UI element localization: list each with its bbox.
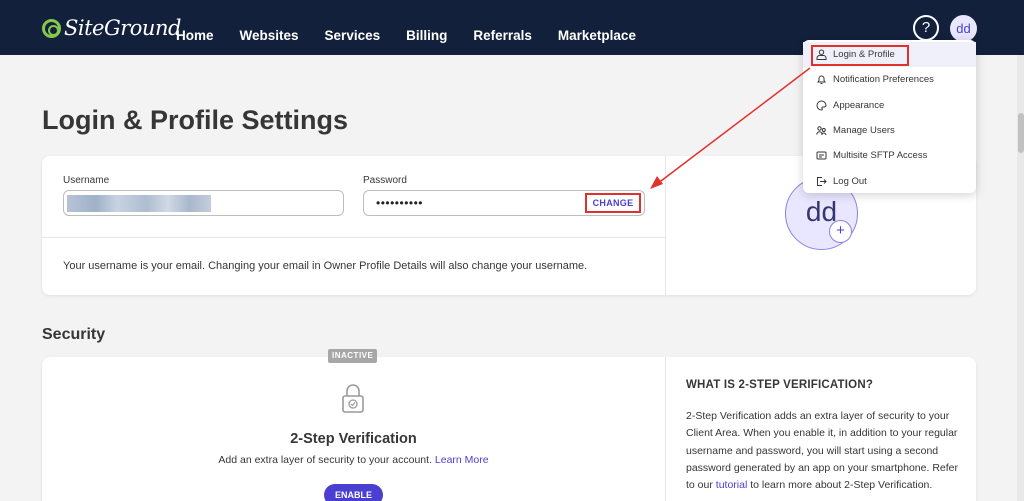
password-label: Password xyxy=(363,175,407,186)
users-icon xyxy=(816,126,827,136)
two-step-description-text: Add an extra layer of security to your a… xyxy=(218,454,432,466)
server-icon xyxy=(816,151,827,160)
account-dropdown-menu: Login & Profile Notification Preferences… xyxy=(803,40,976,193)
menu-item-log-out[interactable]: Log Out xyxy=(803,168,976,193)
status-badge: INACTIVE xyxy=(328,349,378,363)
page-scrollbar[interactable] xyxy=(1017,55,1024,501)
add-avatar-icon[interactable]: + xyxy=(829,220,852,243)
info-text: 2-Step Verification adds an extra layer … xyxy=(686,408,961,494)
menu-item-login-profile[interactable]: Login & Profile xyxy=(803,42,976,68)
security-section-title: Security xyxy=(42,326,106,343)
password-value: •••••••••• xyxy=(376,196,424,210)
nav-item-services[interactable]: Services xyxy=(325,12,381,43)
two-step-verification-card: 2-Step Verification Add an extra layer o… xyxy=(42,357,976,501)
nav-item-websites[interactable]: Websites xyxy=(240,12,299,43)
scrollbar-thumb[interactable] xyxy=(1018,113,1024,153)
username-value-redacted xyxy=(67,195,211,212)
username-field[interactable] xyxy=(63,190,344,216)
annotation-highlight-box xyxy=(811,45,909,66)
enable-button[interactable]: ENABLE xyxy=(324,484,383,501)
username-label: Username xyxy=(63,175,110,186)
menu-item-label: Multisite SFTP Access xyxy=(833,150,928,162)
menu-item-manage-users[interactable]: Manage Users xyxy=(803,118,976,143)
user-avatar-button[interactable]: dd xyxy=(950,15,977,42)
page-title: Login & Profile Settings xyxy=(42,105,349,135)
tutorial-link[interactable]: tutorial xyxy=(716,479,748,491)
menu-item-label: Manage Users xyxy=(833,125,895,137)
info-title: WHAT IS 2-STEP VERIFICATION? xyxy=(686,379,874,391)
menu-item-label: Log Out xyxy=(833,175,867,187)
lock-icon xyxy=(342,384,364,413)
menu-item-label: Notification Preferences xyxy=(833,74,934,86)
logout-icon xyxy=(817,176,827,186)
menu-item-multisite-sftp-access[interactable]: Multisite SFTP Access xyxy=(803,143,976,168)
nav-item-marketplace[interactable]: Marketplace xyxy=(558,12,636,43)
card-divider xyxy=(42,237,665,238)
card-divider xyxy=(665,156,666,295)
palette-icon xyxy=(816,100,827,111)
nav-item-billing[interactable]: Billing xyxy=(406,12,447,43)
username-note: Your username is your email. Changing yo… xyxy=(63,260,588,272)
logo-text: SiteGround xyxy=(64,16,181,40)
learn-more-link[interactable]: Learn More xyxy=(435,454,489,466)
info-text-part-2: to learn more about 2-Step Verification. xyxy=(747,479,933,492)
change-password-button[interactable]: CHANGE xyxy=(585,193,641,213)
two-step-title: 2-Step Verification xyxy=(290,431,417,447)
menu-item-notification-preferences[interactable]: Notification Preferences xyxy=(803,67,976,92)
siteground-logo[interactable]: SiteGround xyxy=(42,16,181,40)
menu-item-appearance[interactable]: Appearance xyxy=(803,93,976,118)
main-nav: Home Websites Services Billing Referrals… xyxy=(176,0,662,55)
menu-item-label: Appearance xyxy=(833,99,885,111)
help-icon[interactable]: ? xyxy=(913,15,939,41)
siteground-logo-icon xyxy=(42,18,61,38)
nav-item-referrals[interactable]: Referrals xyxy=(473,12,532,43)
password-field[interactable]: •••••••••• CHANGE xyxy=(363,190,645,216)
card-divider xyxy=(665,357,666,501)
two-step-description: Add an extra layer of security to your a… xyxy=(42,454,665,466)
bell-icon xyxy=(817,75,826,85)
nav-item-home[interactable]: Home xyxy=(176,12,214,43)
